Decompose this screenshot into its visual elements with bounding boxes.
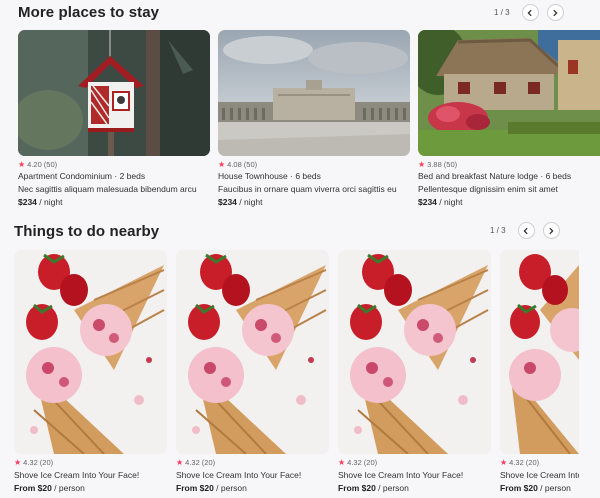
rating: ★ 4.08 (50)	[218, 160, 410, 169]
star-icon: ★	[176, 457, 184, 467]
listing-description: Nec sagittis aliquam malesuada bibendum …	[18, 184, 197, 194]
stay-card[interactable]: ★ 3.88 (50) Bed and breakfast Nature lod…	[418, 30, 600, 207]
chevron-left-icon	[527, 9, 532, 16]
rating-value: 4.32	[23, 458, 38, 467]
rating: ★ 3.88 (50)	[418, 160, 600, 169]
experience-price: From $20 / person	[338, 483, 491, 493]
experience-price: From $20 / person	[176, 483, 329, 493]
stays-next-button[interactable]	[546, 4, 564, 21]
rating-value: 3.88	[427, 160, 442, 169]
experience-card[interactable]: ★ 4.32 (20) Shove Ice Cream Into Your Fa…	[14, 250, 167, 493]
rating-value: 4.32	[185, 458, 200, 467]
listing-photo-palace[interactable]	[218, 30, 410, 156]
things-pager: 1 / 3	[490, 222, 560, 239]
listing-type: Apartment Condominium · 2 beds	[18, 171, 146, 181]
stay-card[interactable]: ★ 4.08 (50) House Townhouse · 6 beds Fau…	[218, 30, 410, 207]
star-icon: ★	[338, 457, 346, 467]
experience-title: Shove Ice Cream Into Your Face!	[176, 470, 302, 480]
rating-value: 4.20	[27, 160, 42, 169]
rating: ★ 4.32 (20)	[14, 458, 167, 467]
listing-photo-birdhouse[interactable]	[18, 30, 210, 156]
price-unit: / night	[236, 197, 263, 207]
review-count: (20)	[525, 458, 540, 467]
listing-price: $234 / night	[18, 197, 210, 207]
price-value: From $20	[14, 483, 52, 493]
experience-title: Shove Ice Cream Into Your Face!	[338, 470, 464, 480]
experience-title: Shove Ice Cream Into Your Face!	[500, 470, 579, 480]
section-title-things: Things to do nearby	[14, 223, 160, 240]
listing-price: $234 / night	[418, 197, 600, 207]
experience-title: Shove Ice Cream Into Your Face!	[14, 470, 140, 480]
section-title-stays: More places to stay	[18, 4, 160, 21]
review-count: (20)	[39, 458, 54, 467]
things-page-count: 1 / 3	[490, 226, 506, 235]
stays-page-count: 1 / 3	[494, 8, 510, 17]
review-count: (50)	[243, 160, 258, 169]
price-value: $234	[218, 197, 237, 207]
experience-price: From $20 / person	[500, 483, 579, 493]
experience-card[interactable]: ★ 4.32 (20) Shove Ice Cream Into Your Fa…	[500, 250, 579, 493]
rating-value: 4.08	[227, 160, 242, 169]
listing-description: Faucibus in ornare quam viverra orci sag…	[218, 184, 397, 194]
star-icon: ★	[18, 159, 26, 169]
chevron-right-icon	[549, 227, 554, 234]
price-value: From $20	[500, 483, 538, 493]
price-unit: / person	[213, 483, 247, 493]
experience-card[interactable]: ★ 4.32 (20) Shove Ice Cream Into Your Fa…	[338, 250, 491, 493]
review-count: (20)	[201, 458, 216, 467]
price-unit: / night	[36, 197, 63, 207]
rating: ★ 4.20 (50)	[18, 160, 210, 169]
price-unit: / person	[537, 483, 571, 493]
stays-pager: 1 / 3	[494, 4, 564, 21]
price-value: From $20	[176, 483, 214, 493]
listing-photo-cottage[interactable]	[418, 30, 600, 156]
rating-value: 4.32	[347, 458, 362, 467]
experience-photo-ice-cream[interactable]	[338, 250, 491, 454]
star-icon: ★	[218, 159, 226, 169]
review-count: (20)	[363, 458, 378, 467]
things-prev-button[interactable]	[517, 222, 535, 239]
listing-type: House Townhouse · 6 beds	[218, 171, 321, 181]
experience-photo-ice-cream[interactable]	[176, 250, 329, 454]
experience-photo-ice-cream[interactable]	[500, 250, 579, 454]
things-next-button[interactable]	[542, 222, 560, 239]
stays-prev-button[interactable]	[521, 4, 539, 21]
rating: ★ 4.32 (20)	[176, 458, 329, 467]
rating: ★ 4.32 (20)	[338, 458, 491, 467]
rating-value: 4.32	[509, 458, 524, 467]
rating: ★ 4.32 (20)	[500, 458, 579, 467]
chevron-left-icon	[523, 227, 528, 234]
listing-type: Bed and breakfast Nature lodge · 6 beds	[418, 171, 572, 181]
star-icon: ★	[418, 159, 426, 169]
experience-card[interactable]: ★ 4.32 (20) Shove Ice Cream Into Your Fa…	[176, 250, 329, 493]
review-count: (50)	[443, 160, 458, 169]
star-icon: ★	[14, 457, 22, 467]
price-unit: / night	[436, 197, 463, 207]
listing-price: $234 / night	[218, 197, 410, 207]
chevron-right-icon	[553, 9, 558, 16]
price-value: From $20	[338, 483, 376, 493]
price-unit: / person	[51, 483, 85, 493]
price-unit: / person	[375, 483, 409, 493]
stay-card[interactable]: ★ 4.20 (50) Apartment Condominium · 2 be…	[18, 30, 210, 207]
price-value: $234	[18, 197, 37, 207]
price-value: $234	[418, 197, 437, 207]
star-icon: ★	[500, 457, 508, 467]
review-count: (50)	[43, 160, 58, 169]
experience-photo-ice-cream[interactable]	[14, 250, 167, 454]
listing-description: Pellentesque dignissim enim sit amet	[418, 184, 558, 194]
experience-price: From $20 / person	[14, 483, 167, 493]
